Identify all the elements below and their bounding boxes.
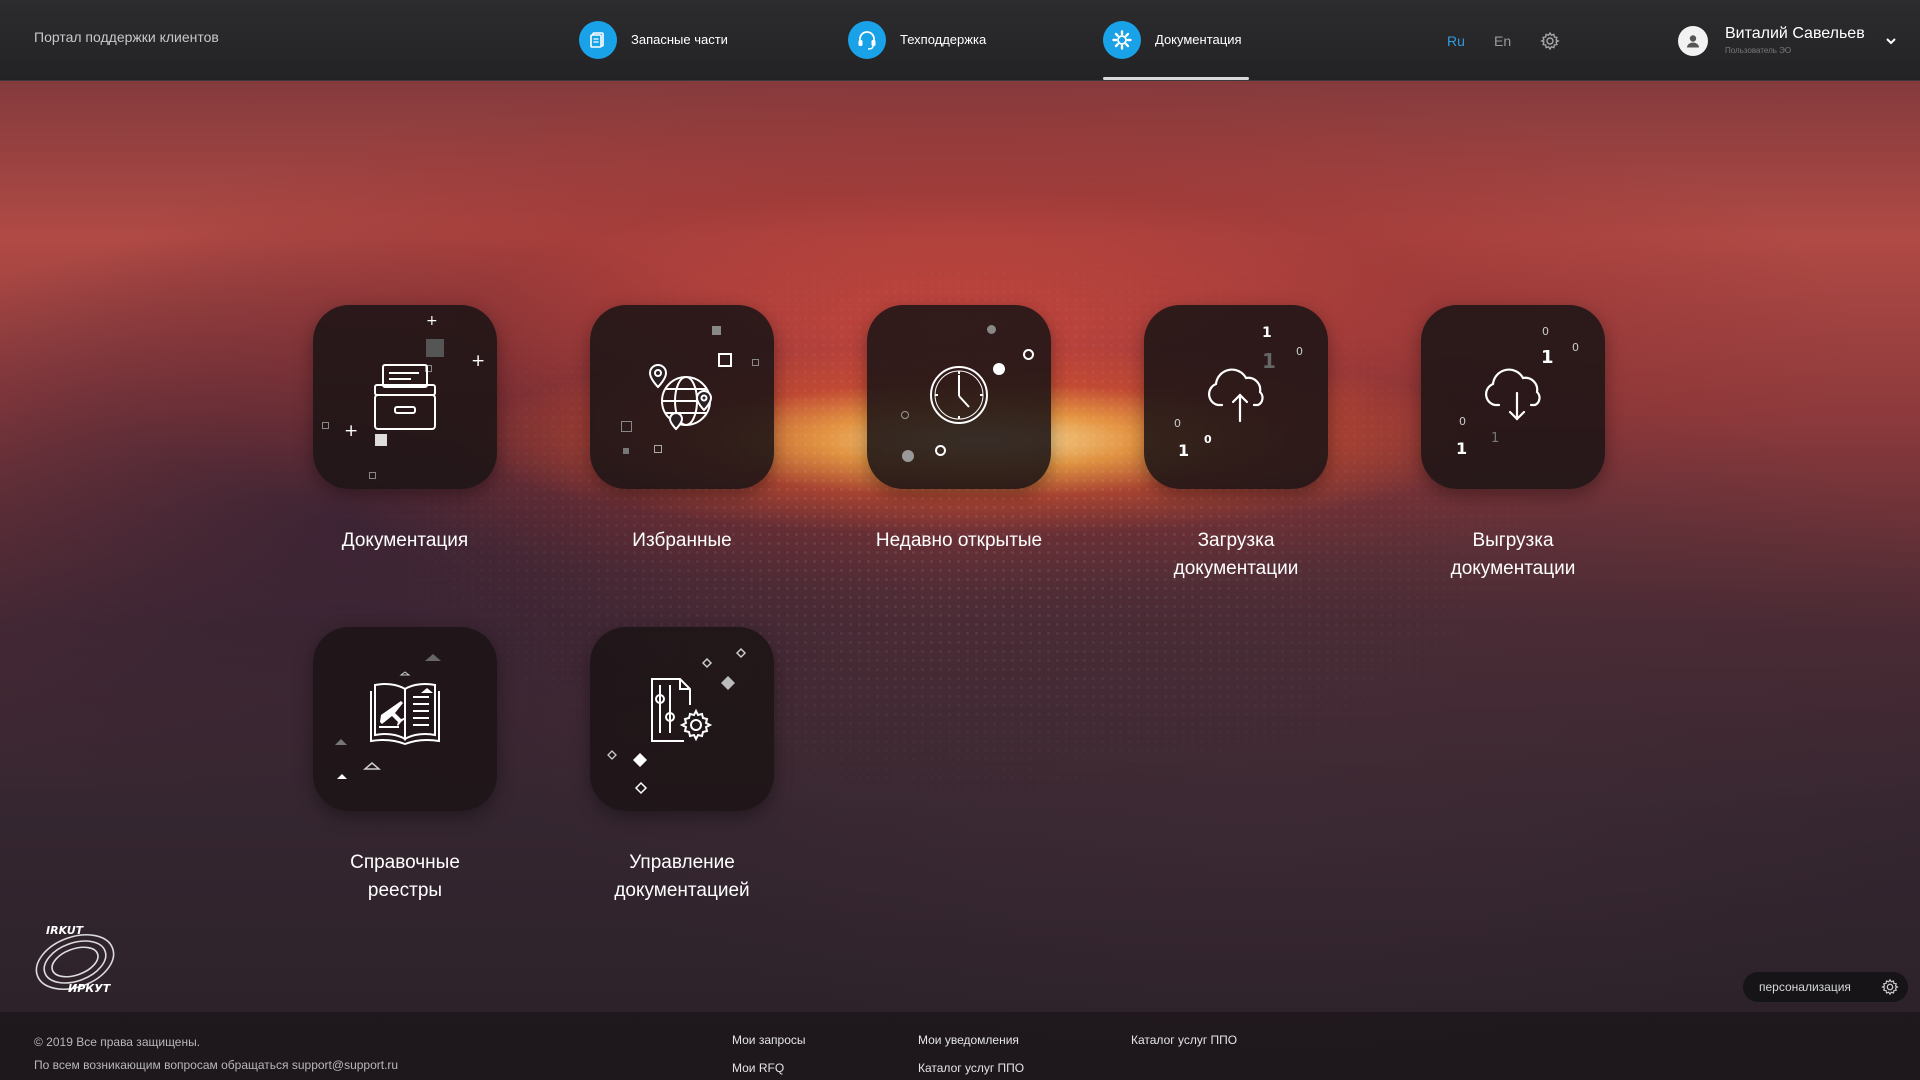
tile-favorites-box[interactable]	[590, 305, 774, 489]
lang-en[interactable]: En	[1494, 33, 1511, 49]
footer-link-my-requests[interactable]: Мои запросы	[732, 1033, 806, 1047]
archive-drawer-icon	[374, 364, 436, 430]
svg-text:IRKUT: IRKUT	[46, 924, 85, 937]
nav-documentation[interactable]: Документация	[1103, 21, 1249, 80]
tile-upload-docs-box[interactable]: 1 0 1 0 0 1	[1144, 305, 1328, 489]
cloud-download-icon	[1485, 368, 1541, 421]
tile-reference-registers-box[interactable]	[313, 627, 497, 811]
portal-title: Портал поддержки клиентов	[34, 29, 219, 45]
lang-ru[interactable]: Ru	[1447, 33, 1465, 49]
globe-pins-icon	[648, 363, 713, 431]
nav-tech-support[interactable]: Техподдержка	[848, 21, 986, 80]
cloud-upload-icon	[1208, 368, 1264, 423]
tile-manage-docs-box[interactable]	[590, 627, 774, 811]
tile-recently-opened-label: Недавно открытые	[875, 530, 1043, 551]
footer-link-services-catalog-2[interactable]: Каталог услуг ППО	[1131, 1033, 1237, 1047]
nav-spare-parts[interactable]: Запасные части	[579, 21, 728, 80]
document-settings-icon	[651, 678, 713, 742]
footer-link-my-rfq[interactable]: Мои RFQ	[732, 1061, 784, 1075]
user-role: Пользователь ЭО	[1725, 46, 1792, 55]
contact-text: По всем возникающим вопросам обращаться …	[34, 1058, 399, 1072]
personalization-label: персонализация	[1759, 980, 1851, 994]
docs-gear-icon	[1103, 21, 1141, 59]
nav-documentation-label: Документация	[1155, 32, 1242, 47]
headset-icon	[848, 21, 886, 59]
tile-recently-opened-box[interactable]	[867, 305, 1051, 489]
copyright-text: © 2019 Все права защищены.	[34, 1035, 201, 1049]
top-header: Портал поддержки клиентов Запасные части…	[0, 0, 1920, 81]
book-plane-icon	[370, 683, 440, 745]
user-name: Виталий Савельев	[1725, 25, 1865, 42]
irkut-logo: IRKUT ИРКУТ	[30, 920, 125, 1000]
footer-link-my-notifications[interactable]: Мои уведомления	[918, 1033, 1019, 1047]
clock-icon	[930, 366, 988, 424]
gear-icon	[1881, 978, 1899, 996]
spare-parts-icon	[579, 21, 617, 59]
tile-reference-registers-label: Справочные реестры	[350, 852, 460, 901]
settings-gear-icon[interactable]	[1540, 31, 1560, 51]
nav-tech-support-label: Техподдержка	[900, 32, 987, 47]
avatar	[1678, 26, 1708, 56]
tile-manage-docs-label: Управление документацией	[614, 852, 750, 901]
tile-upload-docs-label: Загрузка документации	[1173, 530, 1299, 579]
nav-spare-parts-label: Запасные части	[631, 32, 728, 47]
tile-documentation-label: Документация	[341, 530, 469, 551]
footer-link-services-catalog[interactable]: Каталог услуг ППО	[918, 1061, 1024, 1075]
tile-download-docs-box[interactable]: 0 0 1 0 1 1	[1421, 305, 1605, 489]
user-menu[interactable]: Виталий Савельев Пользователь ЭО	[1678, 24, 1898, 64]
tile-download-docs-label: Выгрузка документации	[1450, 530, 1576, 579]
personalization-button[interactable]: персонализация	[1743, 972, 1908, 1002]
svg-text:ИРКУТ: ИРКУТ	[68, 982, 112, 995]
tile-documentation-box[interactable]: + + +	[313, 305, 497, 489]
chevron-down-icon[interactable]	[1884, 34, 1898, 48]
active-nav-underline	[1103, 77, 1249, 80]
footer: © 2019 Все права защищены. По всем возни…	[0, 1012, 1920, 1080]
tile-favorites-label: Избранные	[632, 530, 732, 551]
